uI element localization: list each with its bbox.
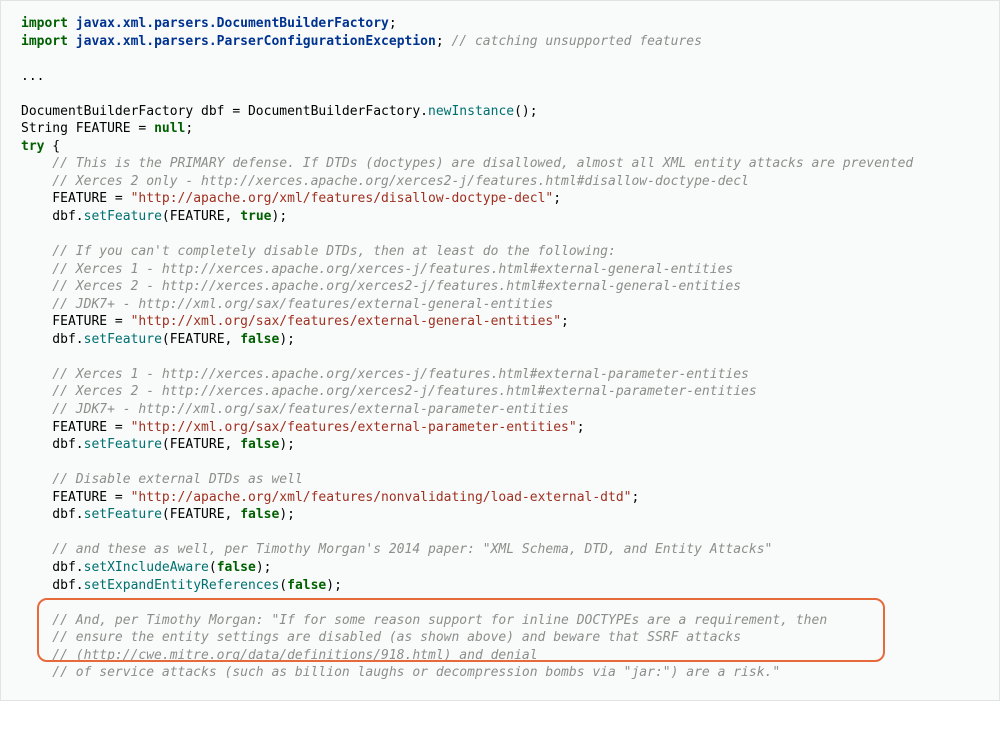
blank-line bbox=[1, 594, 999, 612]
blank-line bbox=[1, 524, 999, 542]
keyword-import: import bbox=[21, 16, 68, 31]
method-call: setXIncludeAware bbox=[84, 560, 209, 575]
blank-line bbox=[1, 85, 999, 103]
blank-line bbox=[1, 348, 999, 366]
string-literal: "http://xml.org/sax/features/external-ge… bbox=[131, 314, 561, 329]
method-call: setFeature bbox=[84, 209, 162, 224]
code-line: FEATURE = "http://apache.org/xml/feature… bbox=[1, 489, 999, 507]
keyword-false: false bbox=[240, 332, 279, 347]
code-line: dbf.setFeature(FEATURE, true); bbox=[1, 208, 999, 226]
method-call: setFeature bbox=[84, 507, 162, 522]
keyword-import: import bbox=[21, 34, 68, 49]
code-line: FEATURE = "http://apache.org/xml/feature… bbox=[1, 190, 999, 208]
method-call: newInstance bbox=[428, 104, 514, 119]
comment-line: // and these as well, per Timothy Morgan… bbox=[1, 541, 999, 559]
keyword-false: false bbox=[287, 578, 326, 593]
comment-line: // (http://cwe.mitre.org/data/definition… bbox=[1, 647, 999, 665]
comment-line: // Xerces 1 - http://xerces.apache.org/x… bbox=[1, 261, 999, 279]
blank-line bbox=[1, 226, 999, 244]
import-path: javax.xml.parsers.DocumentBuilderFactory bbox=[76, 16, 389, 31]
comment-line: // Xerces 2 - http://xerces.apache.org/x… bbox=[1, 383, 999, 401]
method-call: setFeature bbox=[84, 437, 162, 452]
code-line: try { bbox=[1, 138, 999, 156]
keyword-try: try bbox=[21, 139, 44, 154]
code-line: FEATURE = "http://xml.org/sax/features/e… bbox=[1, 313, 999, 331]
keyword-null: null bbox=[154, 121, 185, 136]
code-line: import javax.xml.parsers.DocumentBuilder… bbox=[1, 15, 999, 33]
comment-line: // JDK7+ - http://xml.org/sax/features/e… bbox=[1, 401, 999, 419]
comment-line: // And, per Timothy Morgan: "If for some… bbox=[1, 612, 999, 630]
code-line: DocumentBuilderFactory dbf = DocumentBui… bbox=[1, 103, 999, 121]
keyword-false: false bbox=[217, 560, 256, 575]
import-path: javax.xml.parsers.ParserConfigurationExc… bbox=[76, 34, 436, 49]
blank-line bbox=[1, 50, 999, 68]
string-literal: "http://apache.org/xml/features/nonvalid… bbox=[131, 490, 632, 505]
code-block: import javax.xml.parsers.DocumentBuilder… bbox=[0, 0, 1000, 701]
code-line: dbf.setFeature(FEATURE, false); bbox=[1, 436, 999, 454]
comment-line: // Xerces 2 only - http://xerces.apache.… bbox=[1, 173, 999, 191]
code-line: String FEATURE = null; bbox=[1, 120, 999, 138]
string-literal: "http://apache.org/xml/features/disallow… bbox=[131, 191, 554, 206]
comment-line: // This is the PRIMARY defense. If DTDs … bbox=[1, 155, 999, 173]
comment-line: // Xerces 2 - http://xerces.apache.org/x… bbox=[1, 278, 999, 296]
comment-line: // If you can't completely disable DTDs,… bbox=[1, 243, 999, 261]
keyword-false: false bbox=[240, 437, 279, 452]
comment-line: // Xerces 1 - http://xerces.apache.org/x… bbox=[1, 366, 999, 384]
comment-line: // of service attacks (such as billion l… bbox=[1, 664, 999, 682]
code-line: dbf.setFeature(FEATURE, false); bbox=[1, 331, 999, 349]
method-call: setExpandEntityReferences bbox=[84, 578, 280, 593]
code-line: import javax.xml.parsers.ParserConfigura… bbox=[1, 33, 999, 51]
code-line: ... bbox=[1, 68, 999, 86]
keyword-false: false bbox=[240, 507, 279, 522]
code-line: dbf.setFeature(FEATURE, false); bbox=[1, 506, 999, 524]
string-literal: "http://xml.org/sax/features/external-pa… bbox=[131, 420, 577, 435]
comment-line: // Disable external DTDs as well bbox=[1, 471, 999, 489]
blank-line bbox=[1, 454, 999, 472]
method-call: setFeature bbox=[84, 332, 162, 347]
comment-line: // ensure the entity settings are disabl… bbox=[1, 629, 999, 647]
code-line: dbf.setExpandEntityReferences(false); bbox=[1, 577, 999, 595]
code-line: dbf.setXIncludeAware(false); bbox=[1, 559, 999, 577]
keyword-true: true bbox=[240, 209, 271, 224]
code-line: FEATURE = "http://xml.org/sax/features/e… bbox=[1, 419, 999, 437]
comment: // catching unsupported features bbox=[451, 34, 701, 49]
comment-line: // JDK7+ - http://xml.org/sax/features/e… bbox=[1, 296, 999, 314]
